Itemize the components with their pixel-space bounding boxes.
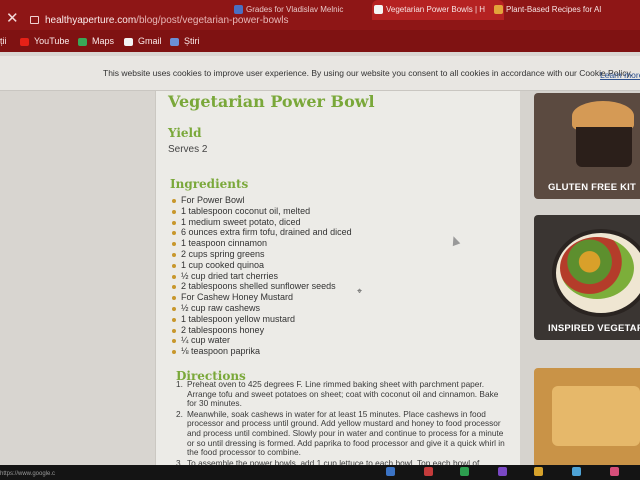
list-item: 2 tablespoons shelled sunflower seeds bbox=[172, 281, 352, 292]
recipe-title: Vegetarian Power Bowl bbox=[168, 92, 375, 111]
bookmark-maps[interactable]: Maps bbox=[78, 30, 114, 52]
news-icon bbox=[170, 37, 179, 46]
taskbar-app-icon[interactable] bbox=[610, 467, 619, 476]
ingredients-heading: Ingredients bbox=[170, 177, 249, 191]
address-bar[interactable]: healthyaperture.com/blog/post/vegetarian… bbox=[30, 12, 590, 30]
list-item: 2 cups spring greens bbox=[172, 249, 352, 260]
list-item: 6 ounces extra firm tofu, drained and di… bbox=[172, 227, 352, 238]
ingredients-list: For Power Bowl 1 tablespoon coconut oil,… bbox=[172, 195, 352, 357]
maps-icon bbox=[78, 37, 87, 46]
directions-list: 1. Preheat oven to 425 degrees F. Line ri… bbox=[176, 379, 506, 469]
bullet-icon bbox=[172, 350, 176, 355]
list-item: 2. Meanwhile, soak cashews in water for a… bbox=[176, 408, 505, 458]
card-label: INSPIRED VEGETAR bbox=[548, 323, 640, 334]
list-item: ½ cup dried tart cherries bbox=[172, 271, 352, 282]
bowl-food-image bbox=[560, 237, 634, 299]
taskbar-app-icon[interactable] bbox=[534, 467, 543, 476]
list-item: 2 tablespoons honey bbox=[172, 325, 352, 336]
bookmark-stiri[interactable]: Știri bbox=[170, 30, 200, 52]
taskbar-app-icon[interactable] bbox=[424, 467, 433, 476]
list-item: 1 tablespoon coconut oil, melted bbox=[172, 206, 352, 217]
list-item: 1 tablespoon yellow mustard bbox=[172, 314, 352, 325]
bullet-icon bbox=[172, 306, 176, 311]
taskbar-app-icon[interactable] bbox=[572, 467, 581, 476]
url-path: /blog/post/vegetarian-power-bowls bbox=[136, 15, 289, 26]
bullet-icon bbox=[172, 199, 176, 203]
bullet-icon bbox=[172, 252, 176, 257]
lock-icon bbox=[30, 16, 39, 25]
url-domain: healthyaperture.com bbox=[45, 15, 137, 26]
bullet-icon bbox=[172, 220, 176, 225]
bullet-icon bbox=[172, 339, 176, 344]
taskbar-app-icon[interactable] bbox=[386, 467, 395, 476]
list-item: 1. Preheat oven to 425 degrees F. Line ri… bbox=[176, 379, 499, 409]
cupcake-image bbox=[576, 127, 632, 167]
bookmark-youtube[interactable]: YouTube bbox=[20, 30, 69, 52]
bullet-icon bbox=[172, 209, 176, 214]
learn-more-link[interactable]: Learn more bbox=[600, 58, 640, 92]
yield-value: Serves 2 bbox=[168, 144, 208, 155]
bullet-icon bbox=[172, 263, 176, 268]
bullet-icon bbox=[172, 285, 176, 290]
list-item: ½ cup raw cashews bbox=[172, 303, 352, 314]
baked-bar-card[interactable] bbox=[534, 368, 640, 468]
page-margin bbox=[0, 91, 155, 480]
youtube-icon bbox=[20, 37, 29, 46]
cookie-text: This website uses cookies to improve use… bbox=[103, 68, 633, 78]
list-item: For Power Bowl bbox=[172, 195, 352, 206]
card-label: GLUTEN FREE KIT bbox=[548, 182, 636, 193]
bullet-icon bbox=[172, 242, 176, 247]
list-item: For Cashew Honey Mustard bbox=[172, 292, 352, 303]
list-item: 1 cup cooked quinoa bbox=[172, 260, 352, 271]
taskbar-app-icon[interactable] bbox=[460, 467, 469, 476]
yield-heading: Yield bbox=[168, 126, 202, 140]
list-item: ⅛ teaspoon paprika bbox=[172, 346, 352, 357]
baked-bar-image bbox=[552, 386, 640, 446]
inspired-vegetarian-card[interactable]: INSPIRED VEGETAR bbox=[534, 215, 640, 340]
list-item: ¼ cup water bbox=[172, 335, 352, 346]
bookmarks-bar: ții YouTube Maps Gmail Știri bbox=[0, 30, 640, 52]
list-item: 1 teaspoon cinnamon bbox=[172, 238, 352, 249]
taskbar-app-icon[interactable] bbox=[498, 467, 507, 476]
bullet-icon bbox=[172, 296, 176, 301]
list-item: 1 medium sweet potato, diced bbox=[172, 217, 352, 228]
bullet-icon bbox=[172, 328, 176, 333]
bookmark-item[interactable]: ții bbox=[0, 30, 7, 52]
taskbar bbox=[0, 465, 640, 480]
bullet-icon bbox=[172, 317, 176, 322]
close-icon[interactable]: ✕ bbox=[6, 9, 19, 27]
bullet-icon bbox=[172, 231, 176, 236]
text-cursor-icon: ⌖ bbox=[357, 286, 363, 296]
bullet-icon bbox=[172, 274, 176, 279]
gmail-icon bbox=[124, 37, 133, 46]
status-url: https://www.google.c bbox=[0, 471, 56, 477]
cookie-banner: This website uses cookies to improve use… bbox=[0, 56, 640, 91]
bookmark-gmail[interactable]: Gmail bbox=[124, 30, 162, 52]
gluten-free-card[interactable]: GLUTEN FREE KIT bbox=[534, 93, 640, 199]
